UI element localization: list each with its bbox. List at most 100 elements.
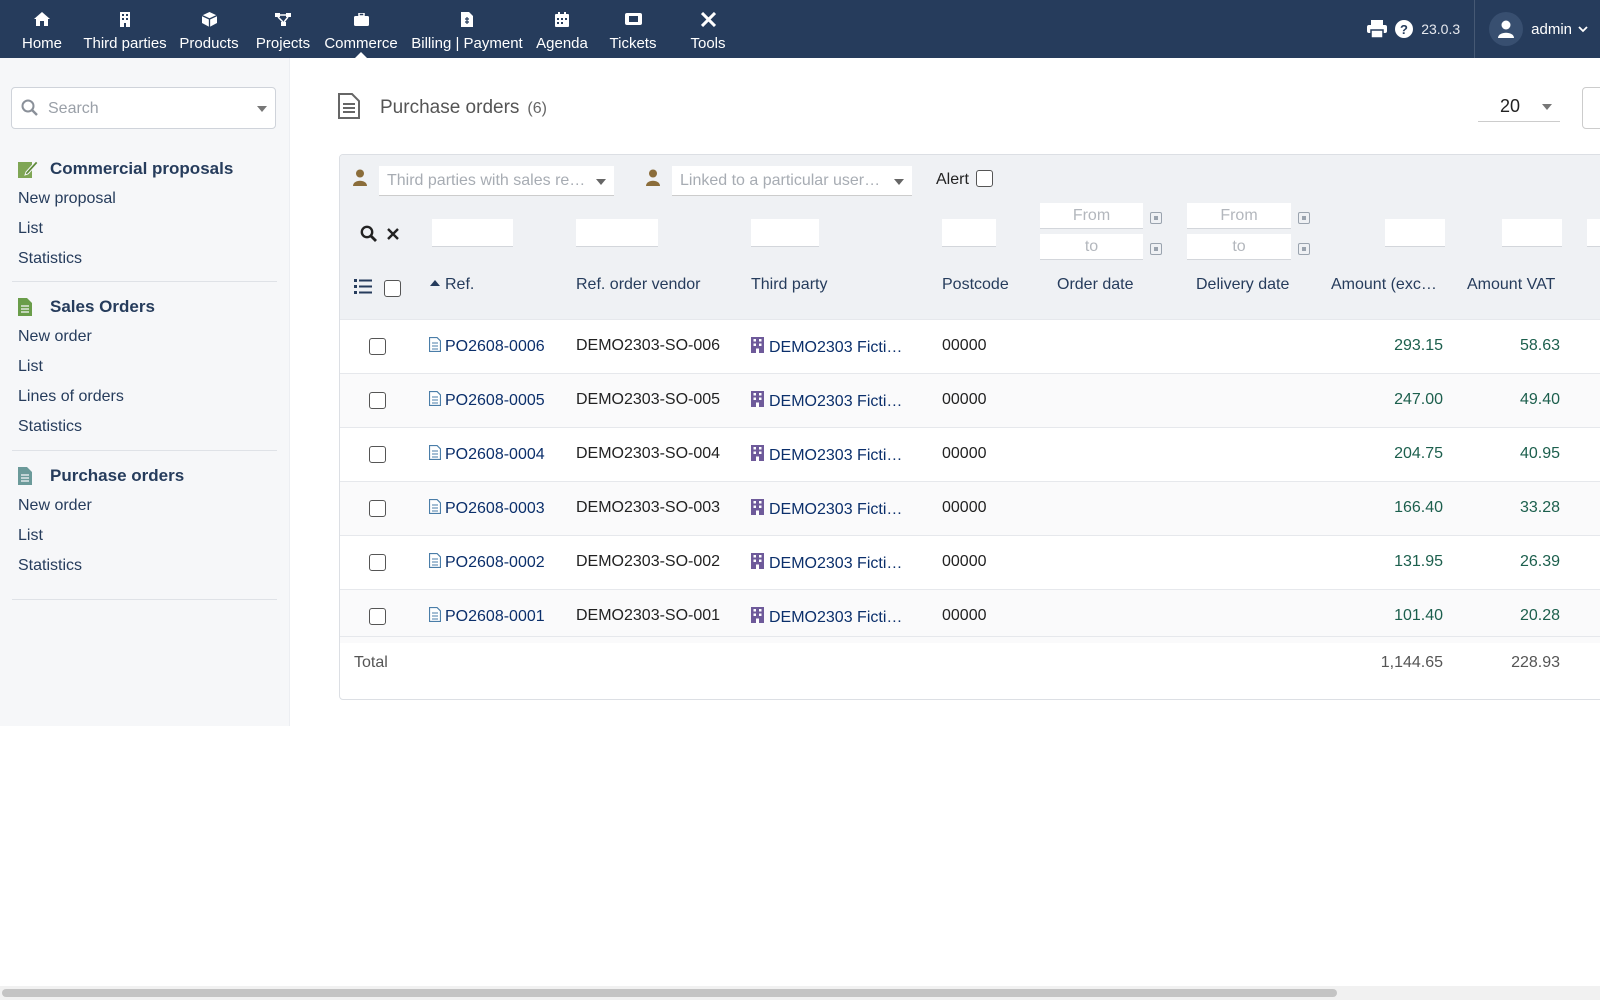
order-ref-link[interactable]: PO2608-0001 (428, 606, 545, 627)
menu-purchase-order-list[interactable]: List (0, 521, 290, 551)
row-checkbox[interactable] (369, 392, 386, 409)
username: admin (1531, 20, 1572, 38)
page-size-select[interactable]: 20 (1478, 90, 1560, 122)
menu-new-sales-order[interactable]: New order (0, 322, 290, 352)
menu-projects[interactable]: Projects (254, 0, 312, 58)
user-menu[interactable]: admin (1474, 0, 1600, 58)
select-all-checkbox[interactable] (384, 280, 401, 297)
briefcase-icon (352, 10, 370, 28)
order-ref-link[interactable]: PO2608-0005 (428, 390, 545, 411)
third-party-link[interactable]: DEMO2303 Ficti… (751, 337, 902, 358)
postcode-cell: 00000 (942, 553, 987, 570)
column-header-third-party[interactable]: Third party (751, 276, 827, 294)
list-icon[interactable] (354, 279, 372, 299)
section-title[interactable]: Commercial proposals (0, 154, 290, 184)
column-header-order-date[interactable]: Order date (1057, 276, 1133, 294)
calendar-icon[interactable] (1150, 243, 1162, 255)
table-row: PO2608-0003 DEMO2303-SO-003 DEMO2303 Fic… (340, 481, 1600, 535)
menu-commerce[interactable]: Commerce (324, 0, 398, 58)
top-right-tools: ? 23.0.3 admin (1367, 0, 1600, 58)
print-icon[interactable] (1367, 20, 1388, 38)
chevron-down-icon (1578, 25, 1588, 33)
menu-sales-order-list[interactable]: List (0, 352, 290, 382)
amount-excl-cell: 131.95 (1394, 553, 1443, 570)
menu-proposal-statistics[interactable]: Statistics (0, 244, 290, 274)
total-amount-excl: 1,144.65 (1380, 654, 1443, 671)
third-party-link[interactable]: DEMO2303 Ficti… (751, 553, 902, 574)
avatar (1489, 12, 1524, 46)
menu-billing-payment[interactable]: Billing | Payment (408, 0, 526, 58)
help-icon[interactable]: ? (1395, 20, 1414, 38)
menu-home[interactable]: Home (18, 0, 66, 58)
top-menu-bar: Home Third parties Products Projects Com… (0, 0, 1600, 58)
record-count: (6) (527, 100, 547, 117)
search-input[interactable]: Search (11, 87, 276, 129)
version-label: 23.0.3 (1421, 21, 1461, 37)
order-ref-link[interactable]: PO2608-0003 (428, 498, 545, 519)
building-icon (751, 391, 764, 412)
menu-new-proposal[interactable]: New proposal (0, 184, 290, 214)
order-date-to-input[interactable]: to (1040, 234, 1143, 260)
ticket-icon (624, 10, 642, 28)
menu-third-parties[interactable]: Third parties (83, 0, 167, 58)
third-party-link[interactable]: DEMO2303 Ficti… (751, 391, 902, 412)
third-party-link[interactable]: DEMO2303 Ficti… (751, 499, 902, 520)
calendar-icon[interactable] (1298, 243, 1310, 255)
section-title[interactable]: Sales Orders (0, 292, 290, 322)
ref-filter-input[interactable] (432, 219, 513, 247)
order-ref-link[interactable]: PO2608-0004 (428, 444, 545, 465)
calendar-icon[interactable] (1150, 212, 1162, 224)
menu-proposal-list[interactable]: List (0, 214, 290, 244)
postcode-filter-input[interactable] (942, 219, 996, 247)
search-placeholder: Search (48, 100, 99, 117)
horizontal-scrollbar[interactable] (0, 986, 1600, 1000)
section-title[interactable]: Purchase orders (0, 461, 290, 491)
menu-agenda[interactable]: Agenda (534, 0, 590, 58)
column-header-ref-vendor[interactable]: Ref. order vendor (576, 276, 701, 294)
order-ref-link[interactable]: PO2608-0006 (428, 336, 545, 357)
third-party-link[interactable]: DEMO2303 Ficti… (751, 607, 902, 628)
calendar-icon[interactable] (1298, 212, 1310, 224)
order-date-from-input[interactable]: From (1040, 203, 1143, 229)
menu-purchase-order-statistics[interactable]: Statistics (0, 551, 290, 581)
amount-excl-cell: 101.40 (1394, 607, 1443, 624)
order-icon (428, 606, 442, 627)
delivery-date-to-input[interactable]: to (1187, 234, 1291, 260)
column-header-ref[interactable]: Ref. (430, 276, 474, 294)
close-icon[interactable] (387, 227, 399, 245)
row-checkbox[interactable] (369, 554, 386, 571)
menu-lines-of-orders[interactable]: Lines of orders (0, 382, 290, 412)
column-header-delivery-date[interactable]: Delivery date (1196, 276, 1289, 294)
divider (12, 281, 277, 282)
sales-rep-filter[interactable]: Third parties with sales re… (379, 166, 614, 196)
menu-products[interactable]: Products (178, 0, 240, 58)
row-checkbox[interactable] (369, 500, 386, 517)
column-header-amount-excl[interactable]: Amount (exc… (1331, 276, 1437, 294)
row-checkbox[interactable] (369, 338, 386, 355)
scrollbar-thumb[interactable] (2, 989, 1337, 997)
extra-filter-input[interactable] (1587, 219, 1600, 247)
menu-sales-order-statistics[interactable]: Statistics (0, 412, 290, 442)
ref-vendor-filter-input[interactable] (576, 219, 658, 247)
search-icon[interactable] (360, 225, 377, 247)
row-checkbox[interactable] (369, 446, 386, 463)
menu-tools[interactable]: Tools (688, 0, 728, 58)
amount-vat-filter-input[interactable] (1502, 219, 1562, 247)
amount-excl-filter-input[interactable] (1385, 219, 1445, 247)
chevron-down-icon (1542, 104, 1552, 110)
new-button[interactable] (1582, 87, 1600, 129)
menu-tickets[interactable]: Tickets (606, 0, 660, 58)
delivery-date-from-input[interactable]: From (1187, 203, 1291, 229)
column-header-postcode[interactable]: Postcode (942, 276, 1009, 294)
alert-checkbox[interactable] (976, 170, 993, 187)
search-icon (21, 99, 38, 121)
column-header-amount-vat[interactable]: Amount VAT (1467, 276, 1555, 294)
section-purchase-orders: Purchase orders New order List Statistic… (0, 461, 290, 581)
section-sales-orders: Sales Orders New order List Lines of ord… (0, 292, 290, 442)
third-party-link[interactable]: DEMO2303 Ficti… (751, 445, 902, 466)
order-ref-link[interactable]: PO2608-0002 (428, 552, 545, 573)
row-checkbox[interactable] (369, 608, 386, 625)
menu-new-purchase-order[interactable]: New order (0, 491, 290, 521)
linked-user-filter[interactable]: Linked to a particular user… (672, 166, 912, 196)
third-party-filter-input[interactable] (751, 219, 819, 247)
